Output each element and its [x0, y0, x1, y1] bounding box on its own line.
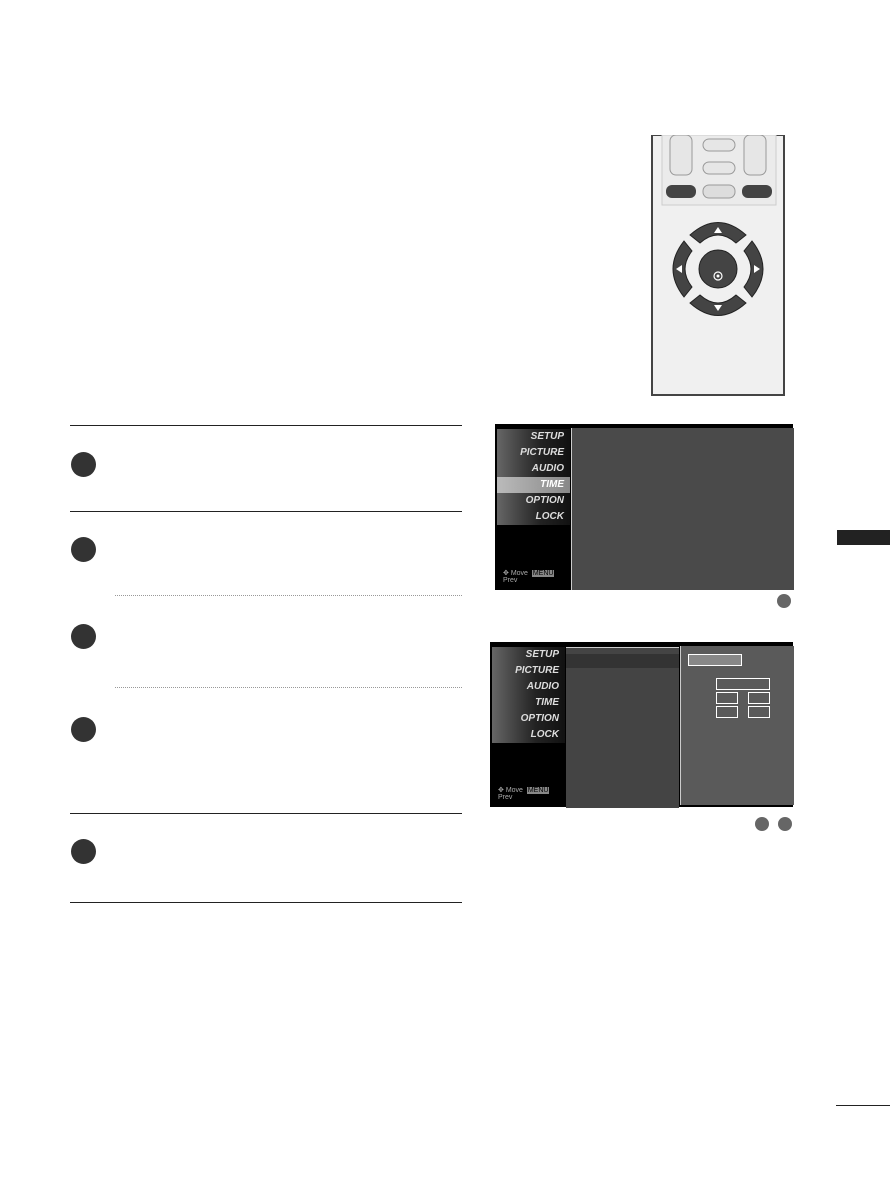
menu-item-picture[interactable]: PICTURE: [492, 663, 565, 679]
menu-item-setup[interactable]: SETUP: [497, 429, 570, 445]
ok-icon[interactable]: [698, 249, 738, 289]
date-field[interactable]: [748, 692, 770, 704]
month-field[interactable]: [716, 692, 738, 704]
step-badge: [71, 452, 96, 477]
osd-menu-clock: SETUP PICTURE AUDIO TIME OPTION LOCK ✥ M…: [490, 642, 794, 808]
menu-item-option[interactable]: OPTION: [492, 711, 565, 727]
step-badge: [71, 839, 96, 864]
menu-footer: ✥ Move MENU Prev: [498, 787, 550, 801]
clock-mode-field[interactable]: [688, 654, 742, 666]
page-number-rule: [836, 1105, 890, 1106]
divider: [70, 511, 462, 512]
remote-control: [651, 135, 785, 396]
year-field[interactable]: [716, 678, 770, 690]
menu-item-time[interactable]: TIME: [497, 477, 570, 493]
dotted-divider: [115, 595, 462, 596]
submenu-panel: [566, 647, 679, 808]
menu-item-lock[interactable]: LOCK: [492, 727, 565, 743]
divider: [70, 902, 462, 903]
divider: [70, 425, 462, 426]
step-badge: [71, 717, 96, 742]
menu-footer: ✥ Move MENU Prev: [503, 570, 555, 584]
step-badge: [71, 537, 96, 562]
menu-item-time[interactable]: TIME: [492, 695, 565, 711]
blue-button[interactable]: [742, 185, 772, 198]
menu-item-audio[interactable]: AUDIO: [497, 461, 570, 477]
divider: [70, 813, 462, 814]
menu-item-lock[interactable]: LOCK: [497, 509, 570, 525]
menu-item-option[interactable]: OPTION: [497, 493, 570, 509]
red-button[interactable]: [666, 185, 696, 198]
step-badge: [71, 624, 96, 649]
step-marker: [778, 817, 792, 831]
menu-item-audio[interactable]: AUDIO: [492, 679, 565, 695]
osd-menu-time: SETUP PICTURE AUDIO TIME OPTION LOCK ✥ M…: [495, 424, 794, 590]
minute-field[interactable]: [748, 706, 770, 718]
step-marker: [777, 594, 791, 608]
step-marker: [755, 817, 769, 831]
dotted-divider: [115, 687, 462, 688]
menu-button[interactable]: [702, 184, 736, 199]
section-tab: [837, 530, 890, 545]
hour-field[interactable]: [716, 706, 738, 718]
submenu-panel: [571, 428, 794, 590]
menu-item-setup[interactable]: SETUP: [492, 647, 565, 663]
submenu-item-selected[interactable]: [566, 654, 679, 668]
clock-panel: [680, 646, 794, 805]
menu-item-picture[interactable]: PICTURE: [497, 445, 570, 461]
